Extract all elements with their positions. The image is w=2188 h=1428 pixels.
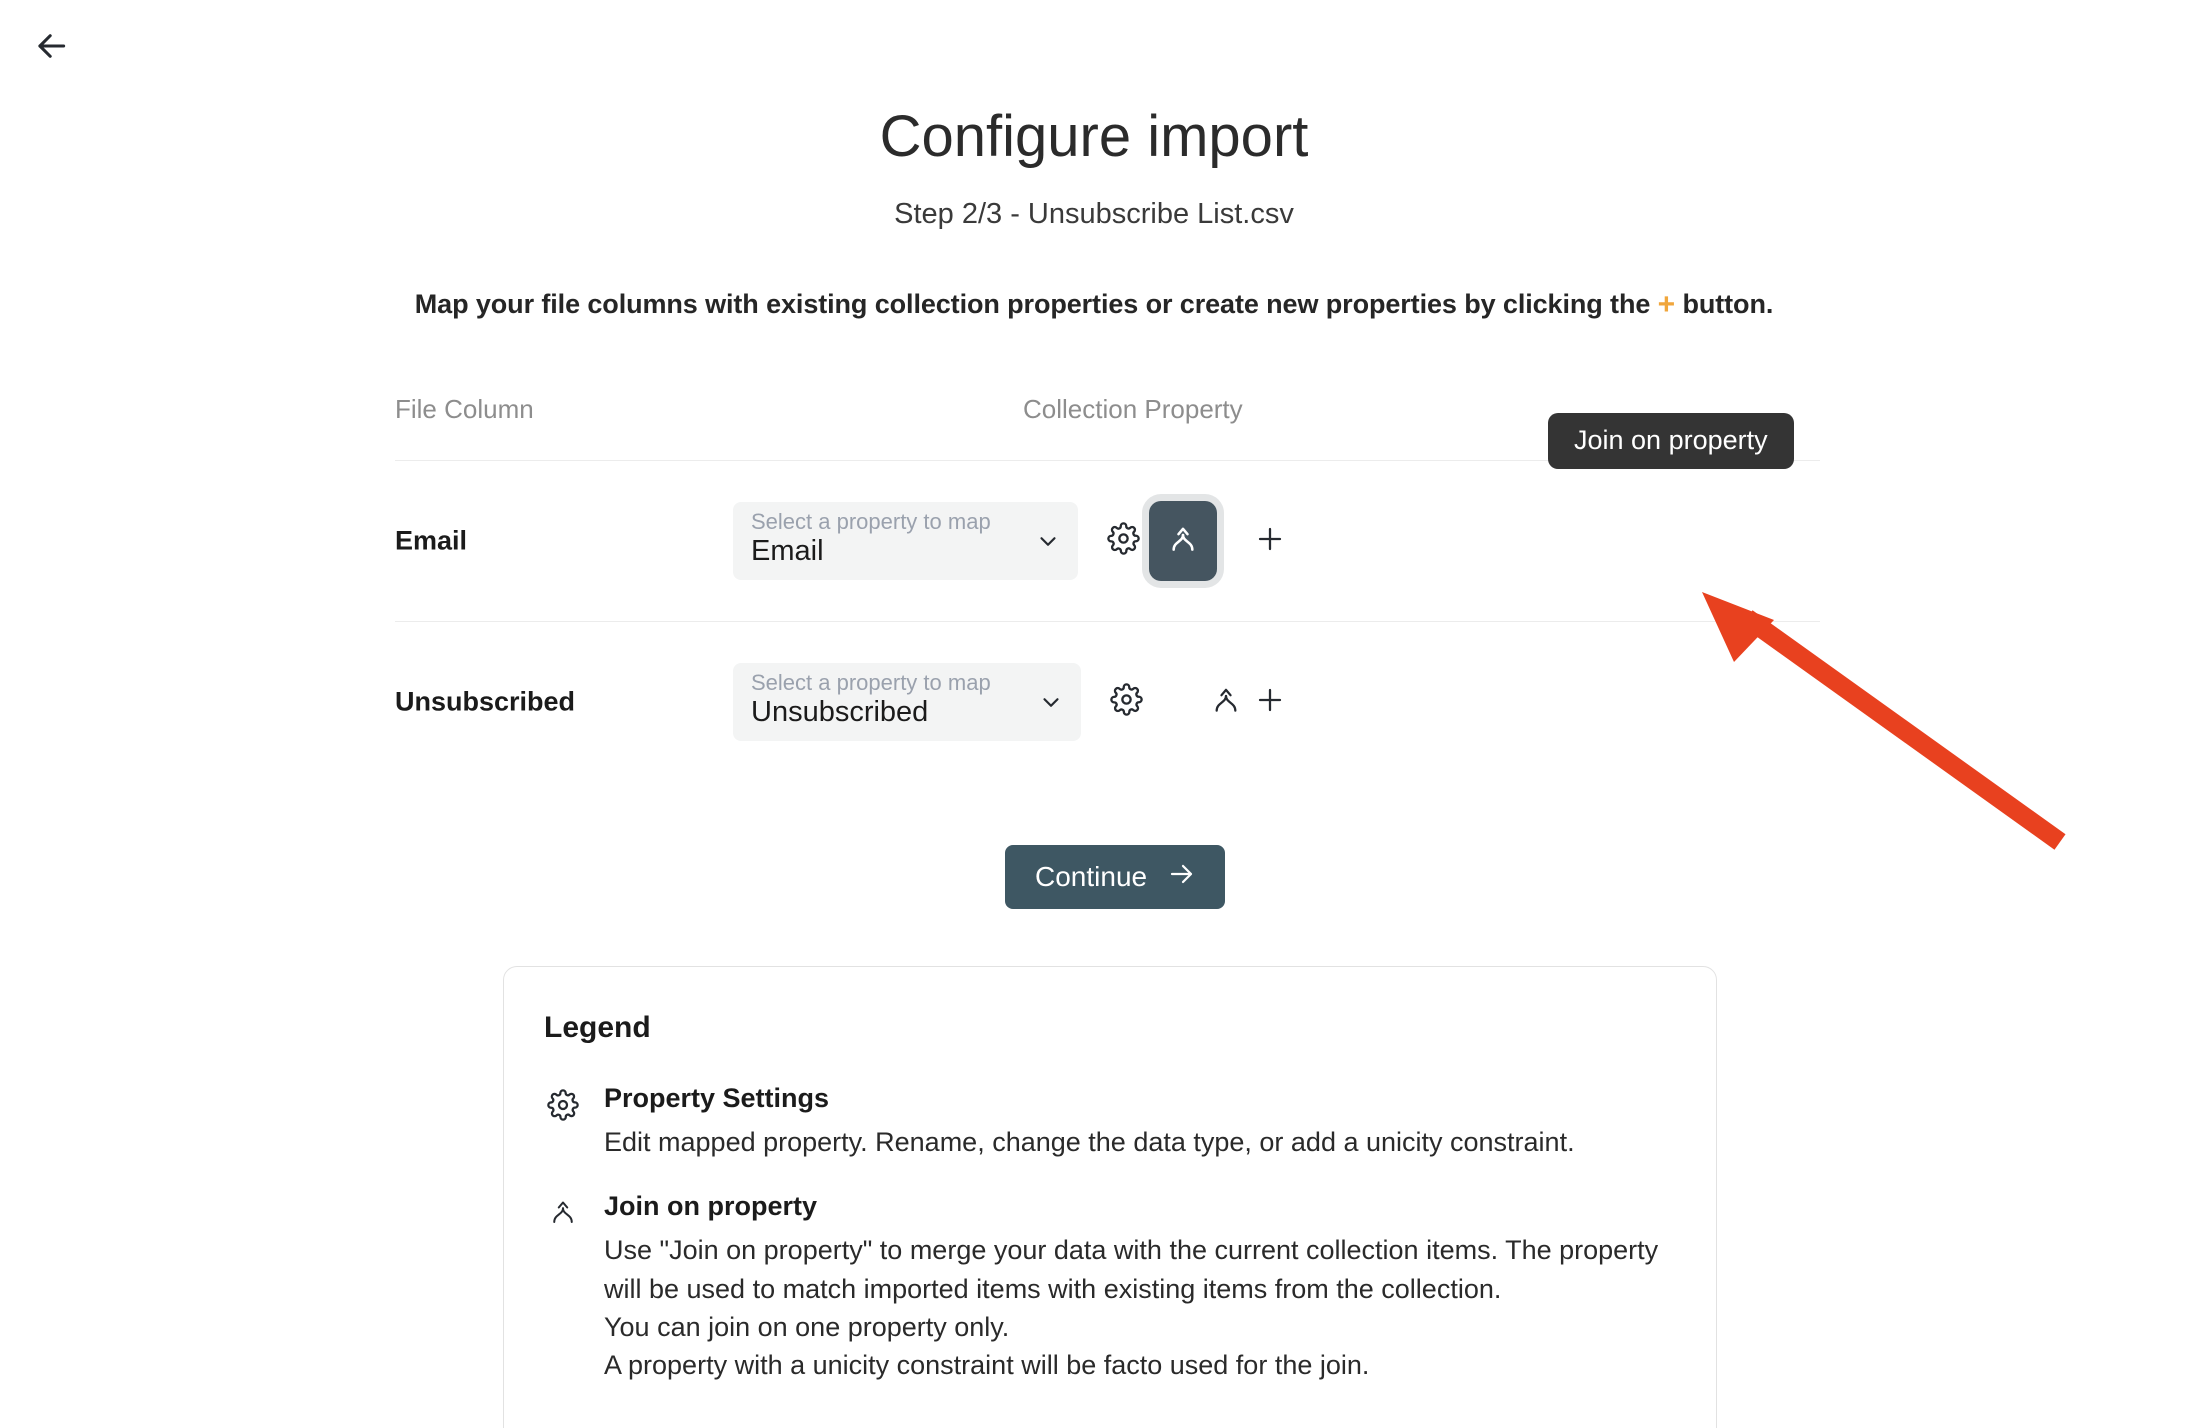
legend-line: A property with a unicity constraint wil…	[604, 1350, 1370, 1381]
instructions-text: Map your file columns with existing coll…	[0, 288, 2188, 322]
legend-item-title: Join on property	[604, 1191, 818, 1222]
file-column-name: Unsubscribed	[395, 686, 576, 717]
file-column-name: Email	[395, 525, 468, 556]
property-select-label-row-1: Select a property to map	[751, 509, 991, 534]
legend-title: Legend	[544, 1011, 651, 1044]
chevron-down-icon	[1035, 528, 1061, 554]
legend-item-description: Edit mapped property. Rename, change the…	[604, 1123, 1668, 1161]
join-on-property-button-row-1[interactable]	[1149, 501, 1217, 581]
gear-icon	[1109, 683, 1143, 721]
legend-body: Property Settings Edit mapped property. …	[604, 1083, 1668, 1161]
merge-arrow-icon	[1167, 523, 1199, 560]
property-select-row-1[interactable]: Select a property to map Email	[733, 502, 1078, 580]
property-settings-button-row-2[interactable]	[1103, 679, 1149, 725]
legend-line: Edit mapped property. Rename, change the…	[604, 1127, 1575, 1157]
column-header-file-column: File Column	[395, 394, 534, 424]
chevron-down-icon	[1038, 689, 1064, 715]
legend-panel: Legend Property Settings Edit mapped pro…	[503, 966, 1717, 1428]
continue-button[interactable]: Continue	[1005, 845, 1226, 909]
column-header-collection-property: Collection Property	[1023, 394, 1243, 424]
instructions-part-1: Map your file columns with existing coll…	[414, 289, 1658, 319]
table-row: Unsubscribed Select a property to map Un…	[395, 622, 1820, 782]
property-select-row-2[interactable]: Select a property to map Unsubscribed	[733, 663, 1081, 741]
gear-icon	[544, 1083, 582, 1121]
continue-button-label: Continue	[1035, 861, 1148, 892]
plus-icon	[1254, 684, 1286, 721]
gear-icon	[1106, 522, 1140, 560]
back-button[interactable]	[22, 18, 80, 74]
instructions-part-2: button.	[1675, 289, 1774, 319]
legend-line: You can join on one property only.	[604, 1311, 1010, 1342]
add-property-button-row-2[interactable]	[1247, 679, 1293, 725]
legend-item-join-on-property: Join on property Use "Join on property" …	[544, 1191, 1668, 1384]
property-select-value-row-2: Unsubscribed	[751, 696, 929, 728]
add-property-button-row-1[interactable]	[1247, 518, 1293, 564]
page-title: Configure import	[879, 104, 1309, 169]
configure-import-page: Configure import Step 2/3 - Unsubscribe …	[0, 0, 2188, 1428]
arrow-left-icon	[32, 27, 70, 65]
table-row: Email Select a property to map Email	[395, 461, 1820, 621]
legend-body: Join on property Use "Join on property" …	[604, 1191, 1668, 1384]
property-select-label-row-2: Select a property to map	[751, 670, 991, 695]
plus-icon	[1254, 523, 1286, 560]
property-select-value-row-1: Email	[751, 535, 824, 567]
merge-arrow-icon	[1210, 684, 1242, 721]
join-on-property-tooltip: Join on property	[1548, 413, 1794, 469]
instructions-plus-glyph: +	[1657, 288, 1676, 321]
legend-item-property-settings: Property Settings Edit mapped property. …	[544, 1083, 1668, 1161]
merge-arrow-icon	[544, 1191, 582, 1227]
page-subtitle: Step 2/3 - Unsubscribe List.csv	[894, 198, 1294, 230]
legend-item-title: Property Settings	[604, 1083, 830, 1113]
legend-item-description: Use "Join on property" to merge your dat…	[604, 1231, 1668, 1384]
property-settings-button-row-1[interactable]	[1100, 518, 1146, 564]
arrow-right-icon	[1167, 859, 1197, 896]
join-on-property-button-row-2[interactable]	[1203, 679, 1249, 725]
legend-line: Use "Join on property" to merge your dat…	[604, 1235, 1659, 1304]
